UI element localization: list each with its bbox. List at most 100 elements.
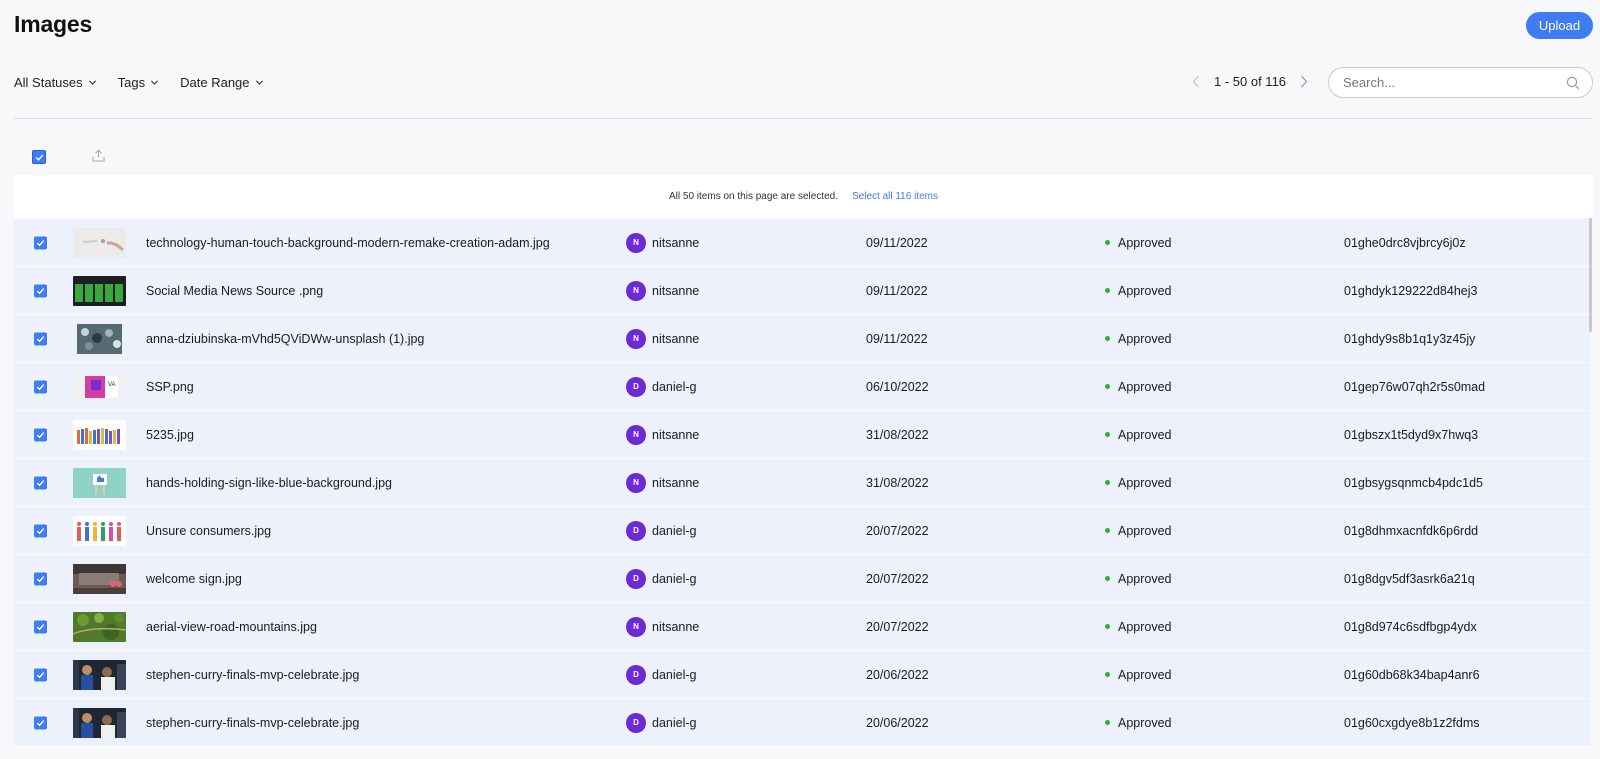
table-row[interactable]: welcome sign.jpg D daniel-g 20/07/2022 A… <box>14 555 1591 603</box>
search-icon[interactable] <box>1566 76 1580 90</box>
avatar: N <box>626 280 646 301</box>
checkmark-icon <box>35 154 43 161</box>
file-name[interactable]: technology-human-touch-background-modern… <box>146 236 550 250</box>
header-divider <box>14 118 1593 119</box>
uploader: D daniel-g <box>626 376 696 397</box>
export-button[interactable] <box>92 149 105 167</box>
checkmark-icon <box>36 671 45 678</box>
filter-tags-dropdown[interactable]: Tags <box>118 75 159 90</box>
search-input[interactable] <box>1343 75 1566 90</box>
asset-id: 01g8dhmxacnfdk6p6rdd <box>1344 523 1479 538</box>
uploader: N nitsanne <box>626 472 700 493</box>
uploader-name: nitsanne <box>652 619 700 634</box>
select-all-items-link[interactable]: Select all 116 items <box>852 191 938 202</box>
status-dot-icon <box>1105 528 1110 533</box>
row-checkbox[interactable] <box>34 572 47 585</box>
uploader-name: daniel-g <box>652 667 697 682</box>
upload-button[interactable]: Upload <box>1526 12 1593 39</box>
status-badge: Approved <box>1105 476 1172 490</box>
table-row[interactable]: VA SSP.png D daniel-g 06/10/2022 Approve… <box>14 363 1591 411</box>
upload-date: 31/08/2022 <box>866 475 929 490</box>
file-name[interactable]: anna-dziubinska-mVhd5QViDWw-unsplash (1)… <box>146 332 424 346</box>
row-checkbox[interactable] <box>34 524 47 537</box>
filter-date-range-dropdown[interactable]: Date Range <box>180 75 263 90</box>
row-checkbox[interactable] <box>34 716 47 729</box>
table-row[interactable]: stephen-curry-finals-mvp-celebrate.jpg D… <box>14 699 1591 747</box>
row-checkbox[interactable] <box>34 668 47 681</box>
status-badge: Approved <box>1105 380 1172 394</box>
row-checkbox[interactable] <box>34 284 47 297</box>
uploader: N nitsanne <box>626 280 699 301</box>
checkmark-icon <box>36 239 45 246</box>
row-checkbox[interactable] <box>34 476 47 489</box>
image-thumbnail[interactable]: VA <box>73 371 126 402</box>
upload-date: 06/10/2022 <box>866 379 929 394</box>
asset-id: 01g60db68k34bap4anr6 <box>1344 667 1480 682</box>
file-name[interactable]: 5235.jpg <box>146 428 194 442</box>
image-thumbnail[interactable] <box>73 467 126 498</box>
table-row[interactable]: Social Media News Source .png N nitsanne… <box>14 267 1591 315</box>
table-row[interactable]: technology-human-touch-background-modern… <box>14 219 1591 267</box>
avatar: N <box>626 232 646 253</box>
uploader-name: nitsanne <box>652 427 700 442</box>
table-row[interactable]: 5235.jpg N nitsanne 31/08/2022 Approved … <box>14 411 1591 459</box>
table-row[interactable]: stephen-curry-finals-mvp-celebrate.jpg D… <box>14 651 1591 699</box>
uploader: N nitsanne <box>626 328 699 349</box>
filter-label: Tags <box>117 75 146 90</box>
row-checkbox[interactable] <box>34 428 47 441</box>
status-badge: Approved <box>1105 284 1172 298</box>
file-name[interactable]: Unsure consumers.jpg <box>146 524 271 538</box>
status-badge: Approved <box>1105 620 1172 634</box>
asset-id: 01ghe0drc8vjbrcy6j0z <box>1344 235 1466 250</box>
table-row[interactable]: anna-dziubinska-mVhd5QViDWw-unsplash (1)… <box>14 315 1591 363</box>
uploader-name: nitsanne <box>652 475 700 490</box>
row-checkbox[interactable] <box>34 380 47 393</box>
upload-date: 20/07/2022 <box>866 571 929 586</box>
row-checkbox[interactable] <box>34 236 47 249</box>
image-thumbnail[interactable] <box>73 659 126 690</box>
status-label: Approved <box>1118 571 1172 586</box>
image-thumbnail[interactable] <box>73 515 126 546</box>
status-badge: Approved <box>1105 572 1172 586</box>
image-thumbnail[interactable] <box>73 275 126 306</box>
avatar: D <box>626 568 646 589</box>
file-name[interactable]: aerial-view-road-mountains.jpg <box>146 620 317 634</box>
status-label: Approved <box>1118 523 1172 538</box>
chevron-down-icon <box>151 80 159 85</box>
file-name[interactable]: stephen-curry-finals-mvp-celebrate.jpg <box>146 668 359 682</box>
file-name[interactable]: SSP.png <box>146 380 194 394</box>
table-row[interactable]: aerial-view-road-mountains.jpg N nitsann… <box>14 603 1591 651</box>
uploader: D daniel-g <box>626 568 697 589</box>
uploader: N nitsanne <box>626 424 700 445</box>
upload-date: 31/08/2022 <box>866 427 929 442</box>
avatar: N <box>626 616 646 637</box>
select-all-checkbox[interactable] <box>32 150 46 164</box>
table-row[interactable]: Unsure consumers.jpg D daniel-g 20/07/20… <box>14 507 1591 555</box>
next-page-button[interactable] <box>1298 75 1310 89</box>
uploader-name: daniel-g <box>652 571 697 586</box>
row-checkbox[interactable] <box>34 332 47 345</box>
prev-page-button[interactable] <box>1190 75 1202 89</box>
status-dot-icon <box>1105 384 1110 389</box>
asset-id: 01gbsygsqnmcb4pdc1d5 <box>1344 475 1483 490</box>
file-name[interactable]: Social Media News Source .png <box>146 284 323 298</box>
row-checkbox[interactable] <box>34 620 47 633</box>
filter-bar: All Statuses Tags Date Range <box>14 75 285 90</box>
file-name[interactable]: stephen-curry-finals-mvp-celebrate.jpg <box>146 716 359 730</box>
chevron-down-icon <box>255 80 263 85</box>
file-name[interactable]: welcome sign.jpg <box>146 572 242 586</box>
image-thumbnail[interactable] <box>73 323 126 354</box>
search-box <box>1328 67 1593 98</box>
filter-status-dropdown[interactable]: All Statuses <box>14 75 97 90</box>
image-thumbnail[interactable] <box>73 611 126 642</box>
table-row[interactable]: hands-holding-sign-like-blue-background.… <box>14 459 1591 507</box>
image-thumbnail[interactable] <box>73 563 126 594</box>
image-thumbnail[interactable] <box>73 707 126 738</box>
image-thumbnail[interactable] <box>73 419 126 450</box>
image-thumbnail[interactable] <box>73 227 126 258</box>
uploader-name: daniel-g <box>652 523 697 538</box>
chevron-left-icon <box>1192 75 1199 88</box>
scrollbar[interactable] <box>1589 218 1592 332</box>
page-title: Images <box>14 11 93 37</box>
file-name[interactable]: hands-holding-sign-like-blue-background.… <box>146 476 392 490</box>
